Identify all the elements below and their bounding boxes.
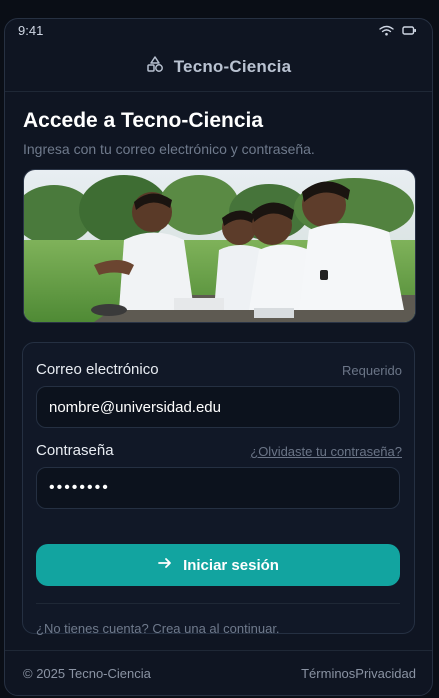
copyright-text: © 2025 Tecno-Ciencia [23,666,151,681]
privacy-link[interactable]: Privacidad [355,666,416,681]
app-frame: Tecno-Ciencia Accede a Tecno-Ciencia Ing… [4,18,433,696]
password-label: Contraseña [36,442,114,459]
email-field-value: nombre@universidad.edu [49,398,221,416]
email-field[interactable]: nombre@universidad.edu [36,386,400,428]
app-header: Tecno-Ciencia [5,42,432,92]
terms-link[interactable]: Términos [301,666,355,681]
battery-icon [402,24,417,39]
status-icons [379,24,417,39]
email-required-hint: Requerido [342,363,402,378]
page-title: Accede a Tecno-Ciencia [23,109,264,132]
app-footer: © 2025 Tecno-Ciencia Términos Privacidad [5,650,432,695]
arrow-right-icon [157,555,173,575]
shapes-logo-icon [146,55,164,78]
status-time: 9:41 [18,23,44,38]
signup-text: ¿No tienes cuenta? Crea una al continuar… [36,621,280,636]
password-field-value: •••••••• [49,479,110,496]
email-label: Correo electrónico [36,361,159,378]
login-form-card: Correo electrónico Requerido nombre@univ… [22,342,415,636]
login-button[interactable]: Iniciar sesión [36,544,400,586]
forgot-password-link[interactable]: ¿Olvidaste tu contraseña? [250,444,402,459]
login-button-label: Iniciar sesión [183,556,279,574]
page-subtitle: Ingresa con tu correo electrónico y cont… [23,141,315,157]
status-bar: 9:41 [0,0,439,42]
wifi-icon [379,24,394,39]
password-field[interactable]: •••••••• [36,467,400,509]
brand-name: Tecno-Ciencia [173,56,292,76]
hero-image [23,169,416,323]
form-divider [36,603,400,604]
footer-links: Términos Privacidad [301,666,416,681]
